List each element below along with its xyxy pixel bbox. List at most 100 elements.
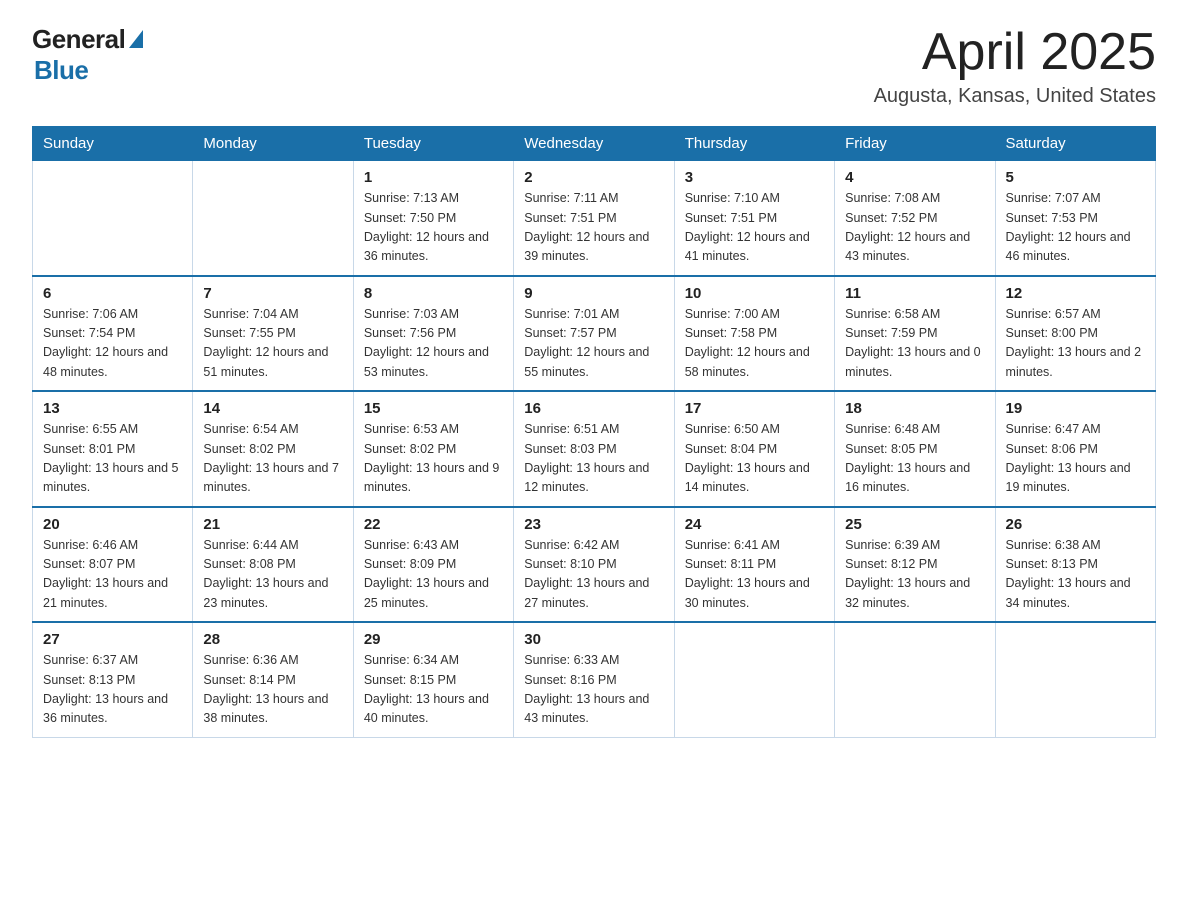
day-number: 7 [203, 285, 342, 302]
day-info: Sunrise: 6:46 AMSunset: 8:07 PMDaylight:… [43, 536, 182, 614]
day-number: 17 [685, 400, 824, 417]
day-number: 22 [364, 516, 503, 533]
calendar-day-30: 30Sunrise: 6:33 AMSunset: 8:16 PMDayligh… [514, 622, 674, 737]
calendar-day-29: 29 Sunrise: 6:34 AMSunset: 8:15 PMDayligh… [353, 622, 513, 737]
page-header: General Blue April 2025 Augusta, Kansas,… [32, 24, 1156, 108]
calendar-header-friday: Friday [835, 127, 995, 161]
calendar-day-2: 2Sunrise: 7:11 AMSunset: 7:51 PMDaylight… [514, 161, 674, 276]
calendar-day-17: 17Sunrise: 6:50 AMSunset: 8:04 PMDayligh… [674, 391, 834, 507]
calendar-day-11: 11Sunrise: 6:58 AMSunset: 7:59 PMDayligh… [835, 276, 995, 392]
calendar-day-9: 9Sunrise: 7:01 AMSunset: 7:57 PMDaylight… [514, 276, 674, 392]
calendar-day-7: 7 Sunrise: 7:04 AMSunset: 7:55 PMDaylight… [193, 276, 353, 392]
day-info: Sunrise: 7:06 AMSunset: 7:54 PMDaylight:… [43, 305, 182, 383]
day-number: 20 [43, 516, 182, 533]
day-info: Sunrise: 6:53 AMSunset: 8:02 PMDaylight:… [364, 420, 503, 498]
calendar-header-row: SundayMondayTuesdayWednesdayThursdayFrid… [33, 127, 1156, 161]
day-info: Sunrise: 6:37 AMSunset: 8:13 PMDaylight:… [43, 651, 182, 729]
day-number: 14 [203, 400, 342, 417]
logo-general-text: General [32, 24, 125, 55]
day-info: Sunrise: 6:42 AMSunset: 8:10 PMDaylight:… [524, 536, 663, 614]
day-number: 3 [685, 169, 824, 186]
title-block: April 2025 Augusta, Kansas, United State… [874, 24, 1156, 108]
day-info: Sunrise: 6:43 AMSunset: 8:09 PMDaylight:… [364, 536, 503, 614]
month-title: April 2025 [874, 24, 1156, 81]
day-number: 13 [43, 400, 182, 417]
day-number: 23 [524, 516, 663, 533]
calendar-day-24: 24 Sunrise: 6:41 AMSunset: 8:11 PMDayligh… [674, 507, 834, 623]
day-info: Sunrise: 6:57 AMSunset: 8:00 PMDaylight:… [1006, 305, 1145, 383]
calendar-day-20: 20 Sunrise: 6:46 AMSunset: 8:07 PMDayligh… [33, 507, 193, 623]
calendar-day-13: 13 Sunrise: 6:55 AMSunset: 8:01 PMDayligh… [33, 391, 193, 507]
calendar-table: SundayMondayTuesdayWednesdayThursdayFrid… [32, 126, 1156, 738]
calendar-day-1: 1 Sunrise: 7:13 AMSunset: 7:50 PMDaylight… [353, 161, 513, 276]
day-info: Sunrise: 6:41 AMSunset: 8:11 PMDaylight:… [685, 536, 824, 614]
calendar-week-row: 6 Sunrise: 7:06 AMSunset: 7:54 PMDaylight… [33, 276, 1156, 392]
calendar-week-row: 27 Sunrise: 6:37 AMSunset: 8:13 PMDayligh… [33, 622, 1156, 737]
day-number: 28 [203, 631, 342, 648]
day-info: Sunrise: 7:03 AMSunset: 7:56 PMDaylight:… [364, 305, 503, 383]
calendar-empty-cell [193, 161, 353, 276]
calendar-day-15: 15 Sunrise: 6:53 AMSunset: 8:02 PMDayligh… [353, 391, 513, 507]
day-info: Sunrise: 6:38 AMSunset: 8:13 PMDaylight:… [1006, 536, 1145, 614]
calendar-empty-cell [835, 622, 995, 737]
day-number: 12 [1006, 285, 1145, 302]
calendar-week-row: 1 Sunrise: 7:13 AMSunset: 7:50 PMDaylight… [33, 161, 1156, 276]
calendar-empty-cell [33, 161, 193, 276]
calendar-day-3: 3Sunrise: 7:10 AMSunset: 7:51 PMDaylight… [674, 161, 834, 276]
day-info: Sunrise: 6:51 AMSunset: 8:03 PMDaylight:… [524, 420, 663, 498]
calendar-day-28: 28 Sunrise: 6:36 AMSunset: 8:14 PMDayligh… [193, 622, 353, 737]
day-info: Sunrise: 7:13 AMSunset: 7:50 PMDaylight:… [364, 189, 503, 267]
day-number: 29 [364, 631, 503, 648]
calendar-day-8: 8 Sunrise: 7:03 AMSunset: 7:56 PMDaylight… [353, 276, 513, 392]
day-number: 15 [364, 400, 503, 417]
calendar-week-row: 13 Sunrise: 6:55 AMSunset: 8:01 PMDayligh… [33, 391, 1156, 507]
calendar-day-26: 26Sunrise: 6:38 AMSunset: 8:13 PMDayligh… [995, 507, 1155, 623]
day-number: 27 [43, 631, 182, 648]
calendar-empty-cell [674, 622, 834, 737]
day-number: 30 [524, 631, 663, 648]
calendar-header-thursday: Thursday [674, 127, 834, 161]
day-info: Sunrise: 7:11 AMSunset: 7:51 PMDaylight:… [524, 189, 663, 267]
day-number: 6 [43, 285, 182, 302]
calendar-day-12: 12 Sunrise: 6:57 AMSunset: 8:00 PMDayligh… [995, 276, 1155, 392]
calendar-header-tuesday: Tuesday [353, 127, 513, 161]
day-info: Sunrise: 6:55 AMSunset: 8:01 PMDaylight:… [43, 420, 182, 498]
calendar-header-sunday: Sunday [33, 127, 193, 161]
day-info: Sunrise: 6:39 AMSunset: 8:12 PMDaylight:… [845, 536, 984, 614]
day-info: Sunrise: 6:48 AMSunset: 8:05 PMDaylight:… [845, 420, 984, 498]
day-number: 4 [845, 169, 984, 186]
calendar-day-14: 14 Sunrise: 6:54 AMSunset: 8:02 PMDayligh… [193, 391, 353, 507]
day-number: 21 [203, 516, 342, 533]
calendar-day-21: 21Sunrise: 6:44 AMSunset: 8:08 PMDayligh… [193, 507, 353, 623]
day-info: Sunrise: 6:58 AMSunset: 7:59 PMDaylight:… [845, 305, 984, 383]
day-number: 19 [1006, 400, 1145, 417]
calendar-empty-cell [995, 622, 1155, 737]
day-info: Sunrise: 6:54 AMSunset: 8:02 PMDaylight:… [203, 420, 342, 498]
day-info: Sunrise: 7:01 AMSunset: 7:57 PMDaylight:… [524, 305, 663, 383]
day-info: Sunrise: 7:04 AMSunset: 7:55 PMDaylight:… [203, 305, 342, 383]
calendar-day-22: 22 Sunrise: 6:43 AMSunset: 8:09 PMDayligh… [353, 507, 513, 623]
calendar-header-saturday: Saturday [995, 127, 1155, 161]
calendar-day-10: 10Sunrise: 7:00 AMSunset: 7:58 PMDayligh… [674, 276, 834, 392]
calendar-day-4: 4 Sunrise: 7:08 AMSunset: 7:52 PMDaylight… [835, 161, 995, 276]
day-info: Sunrise: 7:08 AMSunset: 7:52 PMDaylight:… [845, 189, 984, 267]
day-info: Sunrise: 6:34 AMSunset: 8:15 PMDaylight:… [364, 651, 503, 729]
location-title: Augusta, Kansas, United States [874, 85, 1156, 108]
calendar-day-6: 6 Sunrise: 7:06 AMSunset: 7:54 PMDaylight… [33, 276, 193, 392]
calendar-header-monday: Monday [193, 127, 353, 161]
day-number: 24 [685, 516, 824, 533]
calendar-day-23: 23 Sunrise: 6:42 AMSunset: 8:10 PMDayligh… [514, 507, 674, 623]
calendar-week-row: 20 Sunrise: 6:46 AMSunset: 8:07 PMDayligh… [33, 507, 1156, 623]
day-number: 1 [364, 169, 503, 186]
calendar-day-19: 19 Sunrise: 6:47 AMSunset: 8:06 PMDayligh… [995, 391, 1155, 507]
calendar-day-18: 18Sunrise: 6:48 AMSunset: 8:05 PMDayligh… [835, 391, 995, 507]
calendar-day-25: 25Sunrise: 6:39 AMSunset: 8:12 PMDayligh… [835, 507, 995, 623]
logo: General Blue [32, 24, 143, 86]
logo-arrow-icon [129, 30, 143, 48]
day-number: 16 [524, 400, 663, 417]
day-number: 8 [364, 285, 503, 302]
day-info: Sunrise: 7:00 AMSunset: 7:58 PMDaylight:… [685, 305, 824, 383]
day-info: Sunrise: 6:36 AMSunset: 8:14 PMDaylight:… [203, 651, 342, 729]
calendar-day-27: 27 Sunrise: 6:37 AMSunset: 8:13 PMDayligh… [33, 622, 193, 737]
day-info: Sunrise: 6:47 AMSunset: 8:06 PMDaylight:… [1006, 420, 1145, 498]
